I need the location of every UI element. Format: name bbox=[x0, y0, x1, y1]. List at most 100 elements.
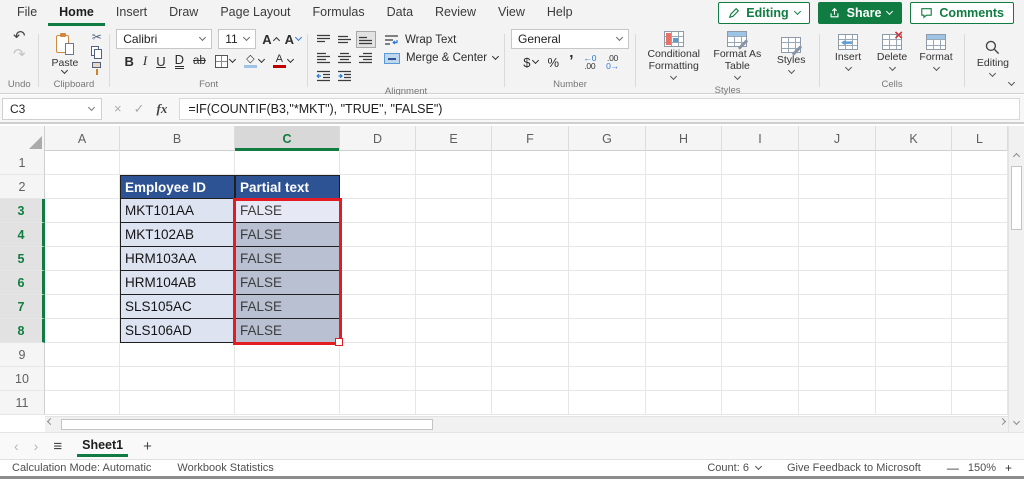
decrease-decimal-button[interactable]: .00 0→ bbox=[606, 54, 619, 71]
cell-G8[interactable] bbox=[569, 319, 646, 343]
cell-C10[interactable] bbox=[235, 367, 340, 391]
cell-A9[interactable] bbox=[45, 343, 120, 367]
column-header-L[interactable]: L bbox=[952, 126, 1008, 151]
cell-D6[interactable] bbox=[340, 271, 416, 295]
format-as-table-button[interactable]: Format As Table bbox=[706, 29, 770, 83]
cell-A8[interactable] bbox=[45, 319, 120, 343]
cell-L11[interactable] bbox=[952, 391, 1008, 415]
delete-cells-button[interactable]: Delete bbox=[870, 28, 914, 74]
zoom-out-button[interactable]: — bbox=[947, 461, 959, 475]
ribbon-tab-view[interactable]: View bbox=[487, 0, 536, 26]
row-header-1[interactable]: 1 bbox=[0, 151, 45, 175]
cell-styles-button[interactable]: Styles bbox=[769, 35, 813, 77]
row-header-11[interactable]: 11 bbox=[0, 391, 45, 415]
align-bottom-button[interactable] bbox=[355, 31, 376, 48]
paste-button[interactable]: Paste bbox=[44, 32, 85, 74]
cell-I7[interactable] bbox=[722, 295, 799, 319]
ribbon-tab-page-layout[interactable]: Page Layout bbox=[209, 0, 301, 26]
cell-J10[interactable] bbox=[799, 367, 876, 391]
column-header-I[interactable]: I bbox=[722, 126, 799, 151]
cell-F10[interactable] bbox=[492, 367, 569, 391]
cell-K3[interactable] bbox=[876, 199, 952, 223]
cell-K1[interactable] bbox=[876, 151, 952, 175]
cell-A1[interactable] bbox=[45, 151, 120, 175]
align-right-button[interactable] bbox=[356, 49, 376, 66]
cell-B6[interactable]: HRM104AB bbox=[120, 271, 235, 295]
cell-J8[interactable] bbox=[799, 319, 876, 343]
cell-C6[interactable]: FALSE bbox=[235, 271, 340, 295]
cell-C4[interactable]: FALSE bbox=[235, 223, 340, 247]
strikethrough-button[interactable]: ab bbox=[193, 55, 206, 67]
cell-G10[interactable] bbox=[569, 367, 646, 391]
sheet-list-menu-icon[interactable]: ≡ bbox=[53, 438, 62, 455]
format-cells-button[interactable]: Format bbox=[914, 32, 958, 74]
increase-decimal-button[interactable]: ←0.00 bbox=[584, 54, 597, 71]
cell-E4[interactable] bbox=[416, 223, 492, 247]
column-header-C[interactable]: C bbox=[235, 126, 340, 151]
column-header-H[interactable]: H bbox=[646, 126, 722, 151]
editing-mode-button[interactable]: Editing bbox=[718, 2, 810, 24]
cell-C9[interactable] bbox=[235, 343, 340, 367]
cell-G3[interactable] bbox=[569, 199, 646, 223]
cell-E9[interactable] bbox=[416, 343, 492, 367]
cell-H9[interactable] bbox=[646, 343, 722, 367]
workbook-statistics-button[interactable]: Workbook Statistics bbox=[177, 462, 273, 474]
cell-L1[interactable] bbox=[952, 151, 1008, 175]
cell-D1[interactable] bbox=[340, 151, 416, 175]
column-header-A[interactable]: A bbox=[45, 126, 120, 151]
cell-D2[interactable] bbox=[340, 175, 416, 199]
select-all-corner[interactable] bbox=[0, 126, 45, 151]
zoom-level[interactable]: 150% bbox=[968, 462, 996, 474]
cell-H8[interactable] bbox=[646, 319, 722, 343]
cell-I10[interactable] bbox=[722, 367, 799, 391]
cell-F9[interactable] bbox=[492, 343, 569, 367]
cell-J3[interactable] bbox=[799, 199, 876, 223]
cell-A10[interactable] bbox=[45, 367, 120, 391]
cell-E5[interactable] bbox=[416, 247, 492, 271]
cell-D4[interactable] bbox=[340, 223, 416, 247]
column-header-D[interactable]: D bbox=[340, 126, 416, 151]
font-family-select[interactable]: Calibri bbox=[116, 29, 213, 49]
cell-B4[interactable]: MKT102AB bbox=[120, 223, 235, 247]
cell-J11[interactable] bbox=[799, 391, 876, 415]
cell-H3[interactable] bbox=[646, 199, 722, 223]
scroll-left-icon[interactable] bbox=[46, 417, 55, 426]
cell-C2[interactable]: Partial text bbox=[235, 175, 340, 199]
cell-D8[interactable] bbox=[340, 319, 416, 343]
cell-F4[interactable] bbox=[492, 223, 569, 247]
cell-J4[interactable] bbox=[799, 223, 876, 247]
cell-E10[interactable] bbox=[416, 367, 492, 391]
add-sheet-icon[interactable]: + bbox=[143, 438, 152, 455]
formula-input[interactable]: =IF(COUNTIF(B3,"*MKT"), "TRUE", "FALSE") bbox=[179, 97, 1020, 120]
align-top-button[interactable] bbox=[314, 31, 334, 48]
cut-icon[interactable]: ✂ bbox=[92, 31, 102, 43]
cell-D7[interactable] bbox=[340, 295, 416, 319]
cell-L6[interactable] bbox=[952, 271, 1008, 295]
cell-K2[interactable] bbox=[876, 175, 952, 199]
cell-C7[interactable]: FALSE bbox=[235, 295, 340, 319]
ribbon-tab-review[interactable]: Review bbox=[424, 0, 487, 26]
row-header-5[interactable]: 5 bbox=[0, 247, 45, 271]
ribbon-tab-draw[interactable]: Draw bbox=[158, 0, 209, 26]
decrease-indent-button[interactable] bbox=[314, 67, 334, 84]
cell-K7[interactable] bbox=[876, 295, 952, 319]
cell-I11[interactable] bbox=[722, 391, 799, 415]
align-center-button[interactable] bbox=[335, 49, 355, 66]
cell-A3[interactable] bbox=[45, 199, 120, 223]
conditional-formatting-button[interactable]: Conditional Formatting bbox=[642, 29, 706, 83]
wrap-text-button[interactable]: Wrap Text bbox=[384, 34, 498, 46]
row-header-6[interactable]: 6 bbox=[0, 271, 45, 295]
horizontal-scroll-thumb[interactable] bbox=[61, 419, 433, 430]
cell-E7[interactable] bbox=[416, 295, 492, 319]
scroll-down-icon[interactable] bbox=[1012, 417, 1021, 426]
cell-D5[interactable] bbox=[340, 247, 416, 271]
feedback-link[interactable]: Give Feedback to Microsoft bbox=[787, 462, 921, 474]
cell-E11[interactable] bbox=[416, 391, 492, 415]
row-header-9[interactable]: 9 bbox=[0, 343, 45, 367]
fill-color-button[interactable]: ◇ bbox=[243, 54, 265, 68]
row-header-8[interactable]: 8 bbox=[0, 319, 45, 343]
ribbon-tab-file[interactable]: File bbox=[6, 0, 48, 26]
cell-A6[interactable] bbox=[45, 271, 120, 295]
column-header-E[interactable]: E bbox=[416, 126, 492, 151]
ribbon-tab-formulas[interactable]: Formulas bbox=[302, 0, 376, 26]
